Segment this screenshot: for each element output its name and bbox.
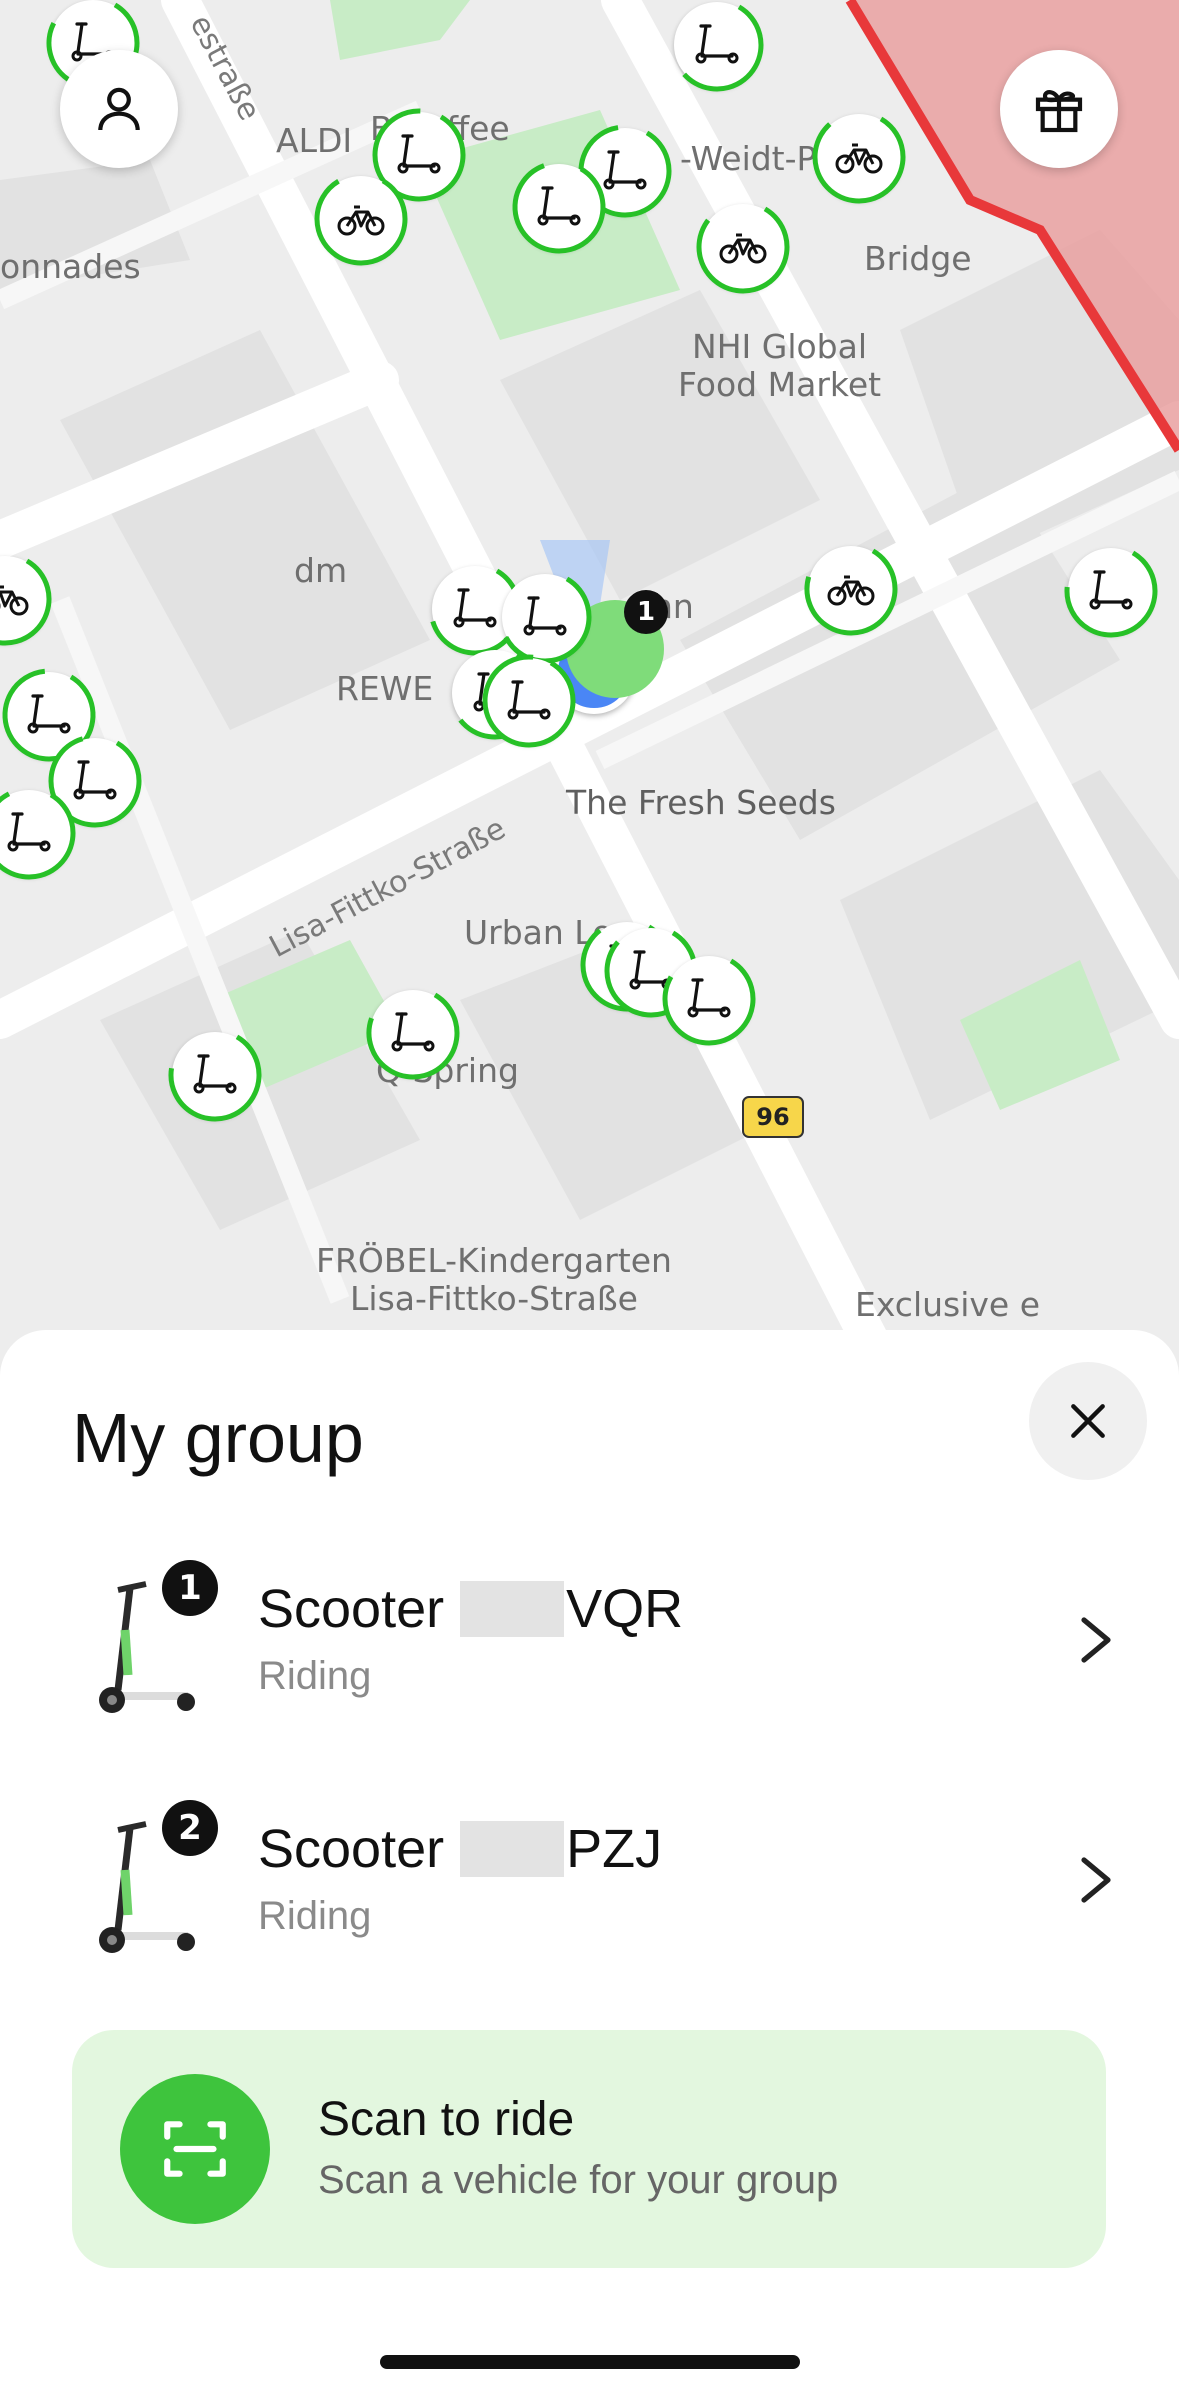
scooter-icon <box>523 596 567 636</box>
bike-marker[interactable] <box>812 110 906 204</box>
vehicle-row-2[interactable]: 2 Scooter PZJ Riding <box>0 1780 1179 1980</box>
scooter-icon <box>193 1054 237 1094</box>
scooter-icon <box>7 812 51 852</box>
gift-icon <box>1035 90 1083 133</box>
vehicle-type-label: Scooter <box>258 1579 445 1639</box>
scooter-marker[interactable] <box>1064 544 1158 638</box>
gift-button[interactable] <box>1000 50 1118 168</box>
vehicle-name: Scooter VQR <box>258 1578 683 1640</box>
scooter-marker[interactable] <box>670 0 764 92</box>
home-indicator[interactable] <box>380 2355 800 2369</box>
scooter-icon <box>1089 570 1133 610</box>
bike-icon <box>835 143 883 174</box>
poi-bridge[interactable]: Bridge <box>864 240 972 278</box>
chevron-right-icon <box>1081 1857 1111 1903</box>
scooter-marker[interactable] <box>662 952 756 1046</box>
scooter-icon <box>695 24 739 64</box>
poi-nhi-market[interactable]: NHI Global Food Market <box>678 328 881 404</box>
scooter-marker[interactable] <box>482 654 576 748</box>
scan-icon <box>164 2121 226 2177</box>
chevron-right-icon <box>1081 1617 1111 1663</box>
scooter-marker[interactable] <box>512 160 606 254</box>
scooter-icon <box>391 1012 435 1052</box>
scooter-icon <box>603 150 647 190</box>
scooter-icon <box>453 588 497 628</box>
poi-colonnades: onnades <box>0 247 141 286</box>
bike-marker[interactable] <box>314 172 408 266</box>
map-view[interactable]: ALDI B Coffee -Weidt-Pl Bridge NHI Globa… <box>0 0 1179 1360</box>
scan-title: Scan to ride <box>318 2093 575 2146</box>
person-icon <box>98 87 140 131</box>
my-group-sheet: My group 1 Scooter VQR Riding 2 Scooter … <box>0 1330 1179 2396</box>
close-icon <box>1071 1404 1105 1438</box>
bike-icon <box>337 205 385 236</box>
vehicle-type-label: Scooter <box>258 1819 445 1879</box>
poi-exclusive: Exclusive e <box>855 1285 1041 1324</box>
scooter-marker[interactable] <box>366 986 460 1080</box>
vehicle-number-badge: 2 <box>162 1800 218 1856</box>
route-96-badge: 96 <box>742 1096 804 1138</box>
group-marker-number: 1 <box>624 590 668 634</box>
poi-fresh-seeds[interactable]: The Fresh Seeds <box>566 784 836 822</box>
sheet-title: My group <box>72 1399 364 1477</box>
bike-marker[interactable] <box>804 542 898 636</box>
poi-dm[interactable]: dm <box>294 552 347 590</box>
scooter-icon <box>507 680 551 720</box>
scan-icon-circle <box>120 2074 270 2224</box>
bike-marker[interactable] <box>696 200 790 294</box>
redacted-id <box>460 1581 565 1637</box>
close-button[interactable] <box>1029 1362 1147 1480</box>
vehicle-id-suffix: VQR <box>566 1579 684 1639</box>
bike-icon <box>0 585 29 616</box>
poi-aldi[interactable]: ALDI <box>276 122 352 160</box>
poi-weidt-platz: -Weidt-Pl <box>680 139 826 178</box>
poi-rewe[interactable]: REWE <box>336 670 433 708</box>
profile-button[interactable] <box>60 50 178 168</box>
bike-marker[interactable] <box>0 552 52 646</box>
scooter-icon <box>73 760 117 800</box>
scooter-marker[interactable] <box>0 786 76 880</box>
scan-subtitle: Scan a vehicle for your group <box>318 2158 839 2202</box>
bike-icon <box>827 575 875 606</box>
vehicle-name: Scooter PZJ <box>258 1818 662 1880</box>
vehicle-number-badge: 1 <box>162 1560 218 1616</box>
vehicle-status: Riding <box>258 1654 372 1698</box>
vehicle-status: Riding <box>258 1894 372 1938</box>
scooter-marker[interactable] <box>168 1028 262 1122</box>
scan-to-ride-card[interactable]: Scan to ride Scan a vehicle for your gro… <box>72 2030 1106 2268</box>
vehicle-id-suffix: PZJ <box>566 1819 663 1879</box>
scooter-icon <box>687 978 731 1018</box>
scooter-icon <box>537 186 581 226</box>
poi-froebel[interactable]: FRÖBEL-Kindergarten Lisa-Fittko-Straße <box>316 1242 672 1318</box>
vehicle-row-1[interactable]: 1 Scooter VQR Riding <box>0 1540 1179 1740</box>
bike-icon <box>719 233 767 264</box>
redacted-id <box>460 1821 565 1877</box>
